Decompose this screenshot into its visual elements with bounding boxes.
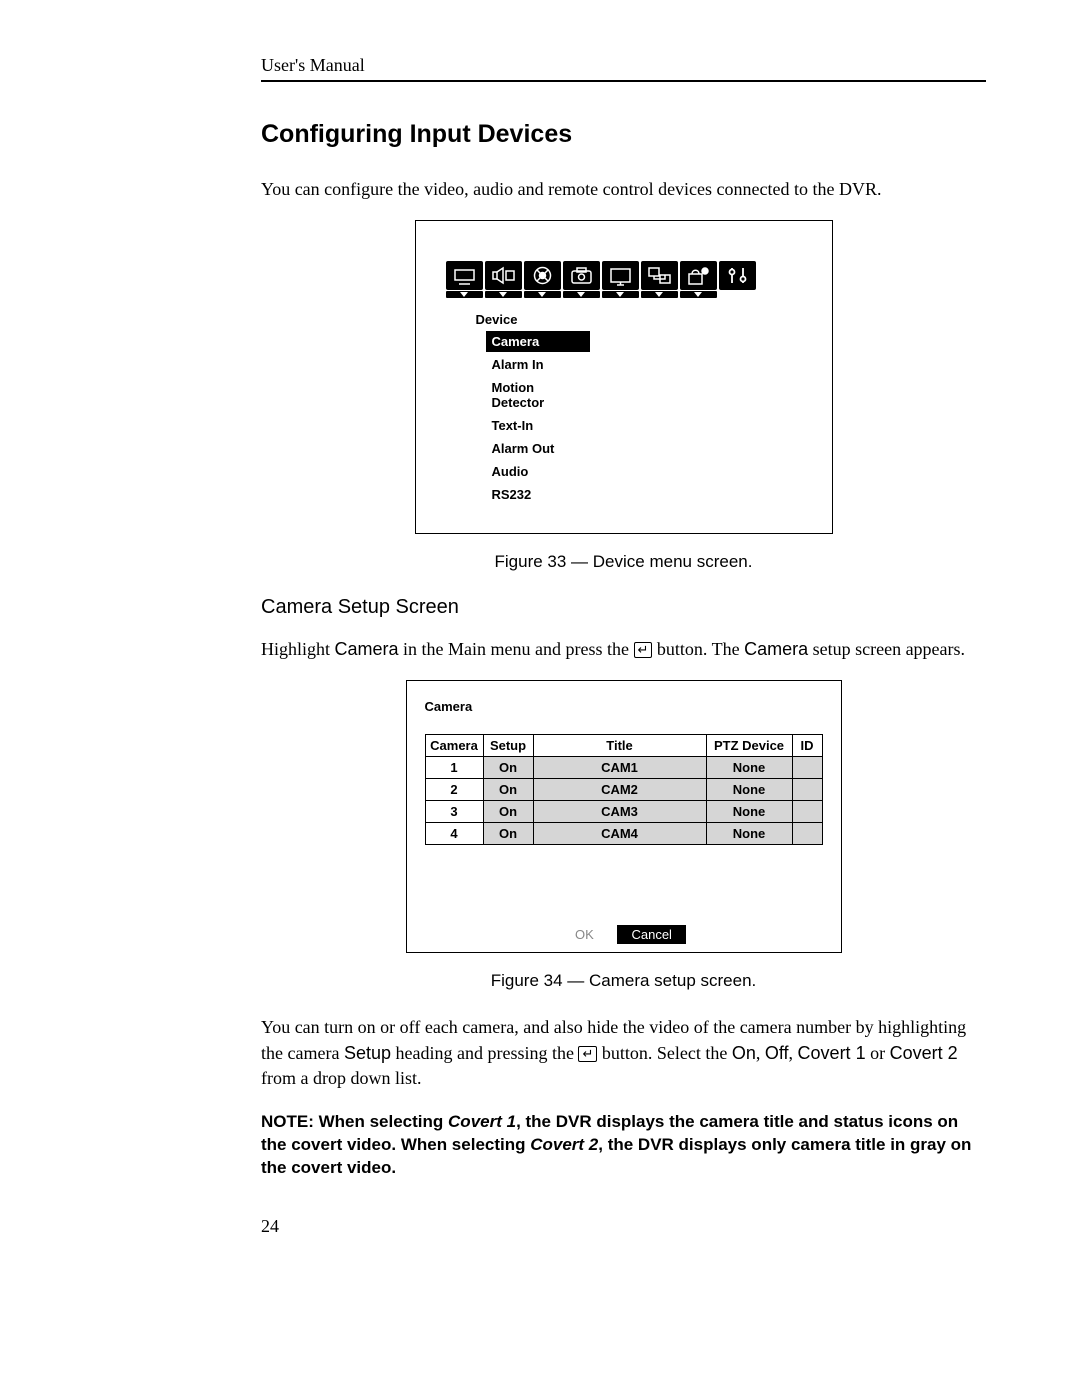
table-cell[interactable] xyxy=(792,779,822,801)
toolbar-dropdown-icon[interactable] xyxy=(602,291,639,298)
table-cell[interactable] xyxy=(792,757,822,779)
toolbar-dropdown-icon[interactable] xyxy=(524,291,561,298)
table-cell[interactable]: CAM1 xyxy=(533,757,706,779)
toolbar-record-icon[interactable] xyxy=(524,261,561,290)
table-cell[interactable]: On xyxy=(483,801,533,823)
table-header[interactable]: Setup xyxy=(483,735,533,757)
table-cell[interactable] xyxy=(792,801,822,823)
table-header[interactable]: Title xyxy=(533,735,706,757)
table-cell: 4 xyxy=(425,823,483,845)
section-title: Configuring Input Devices xyxy=(261,120,986,149)
device-menu-item[interactable]: Motion Detector xyxy=(486,377,590,413)
table-header[interactable]: ID xyxy=(792,735,822,757)
table-cell[interactable]: On xyxy=(483,757,533,779)
table-cell: 1 xyxy=(425,757,483,779)
setup-paragraph: You can turn on or off each camera, and … xyxy=(261,1015,986,1091)
enter-icon: ↵ xyxy=(634,642,653,658)
toolbar-network-icon[interactable] xyxy=(641,261,678,290)
table-cell[interactable]: None xyxy=(706,757,792,779)
toolbar-dropdown-icon[interactable] xyxy=(446,291,483,298)
toolbar-monitor-icon[interactable] xyxy=(446,261,483,290)
camera-table: CameraSetupTitlePTZ DeviceID 1OnCAM1None… xyxy=(425,734,823,845)
table-cell[interactable]: None xyxy=(706,801,792,823)
table-row: 4OnCAM4None xyxy=(425,823,822,845)
table-cell[interactable]: CAM4 xyxy=(533,823,706,845)
toolbar-dropdown-icon[interactable] xyxy=(485,291,522,298)
toolbar-audio-icon[interactable] xyxy=(485,261,522,290)
device-menu-item[interactable]: Text-In xyxy=(486,415,590,436)
figure-34-camera-setup: Camera CameraSetupTitlePTZ DeviceID 1OnC… xyxy=(406,680,842,953)
device-toolbar xyxy=(446,261,802,298)
enter-icon: ↵ xyxy=(578,1046,597,1062)
device-menu-item[interactable]: Camera xyxy=(486,331,590,352)
figure-33-caption: Figure 33 — Device menu screen. xyxy=(261,552,986,572)
toolbar-camera-icon[interactable] xyxy=(563,261,600,290)
table-row: 2OnCAM2None xyxy=(425,779,822,801)
running-header: User's Manual xyxy=(261,55,986,76)
table-cell[interactable] xyxy=(792,823,822,845)
device-menu-label: Device xyxy=(476,312,802,327)
page-number: 24 xyxy=(261,1216,279,1237)
device-menu-item[interactable]: Audio xyxy=(486,461,590,482)
subsection-title: Camera Setup Screen xyxy=(261,596,986,619)
table-cell: 3 xyxy=(425,801,483,823)
table-cell[interactable]: CAM3 xyxy=(533,801,706,823)
toolbar-dropdown-icon[interactable] xyxy=(641,291,678,298)
camera-instruction-paragraph: Highlight Camera in the Main menu and pr… xyxy=(261,637,986,662)
toolbar-password-icon[interactable] xyxy=(680,261,717,290)
device-menu-item[interactable]: Alarm Out xyxy=(486,438,590,459)
header-rule xyxy=(261,80,986,82)
toolbar-display-icon[interactable] xyxy=(602,261,639,290)
table-cell[interactable]: None xyxy=(706,823,792,845)
device-menu-item[interactable]: Alarm In xyxy=(486,354,590,375)
table-cell[interactable]: CAM2 xyxy=(533,779,706,801)
intro-paragraph: You can configure the video, audio and r… xyxy=(261,177,986,202)
cancel-button[interactable]: Cancel xyxy=(617,925,685,944)
toolbar-dropdown-icon[interactable] xyxy=(563,291,600,298)
figure-34-caption: Figure 34 — Camera setup screen. xyxy=(261,971,986,991)
figure-33-device-menu: Device CameraAlarm InMotion DetectorText… xyxy=(415,220,833,534)
table-cell[interactable]: On xyxy=(483,823,533,845)
table-header[interactable]: Camera xyxy=(425,735,483,757)
table-header[interactable]: PTZ Device xyxy=(706,735,792,757)
table-cell: 2 xyxy=(425,779,483,801)
note-paragraph: NOTE: When selecting Covert 1, the DVR d… xyxy=(261,1111,986,1180)
table-row: 3OnCAM3None xyxy=(425,801,822,823)
camera-panel-title: Camera xyxy=(425,699,823,714)
toolbar-dropdown-icon[interactable] xyxy=(680,291,717,298)
table-cell[interactable]: None xyxy=(706,779,792,801)
table-row: 1OnCAM1None xyxy=(425,757,822,779)
ok-button[interactable]: OK xyxy=(561,925,608,944)
toolbar-config-icon[interactable] xyxy=(719,261,756,290)
table-cell[interactable]: On xyxy=(483,779,533,801)
device-menu-item[interactable]: RS232 xyxy=(486,484,590,505)
device-menu: Device CameraAlarm InMotion DetectorText… xyxy=(476,312,802,505)
